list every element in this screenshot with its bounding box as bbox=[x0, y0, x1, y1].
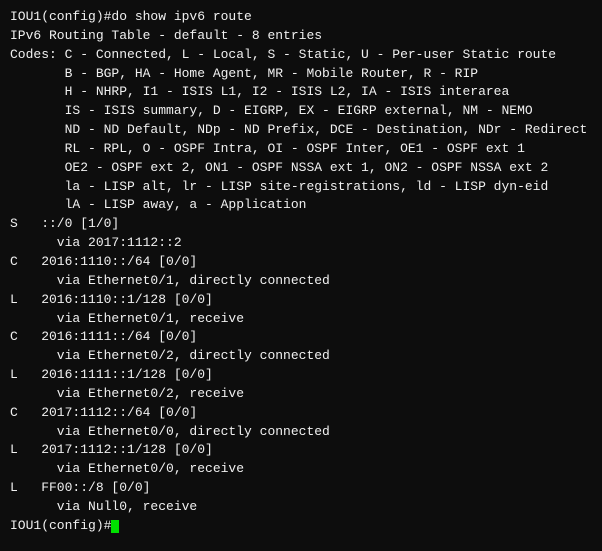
terminal-line: via Ethernet0/1, receive bbox=[10, 310, 592, 329]
terminal-line: IOU1(config)#do show ipv6 route bbox=[10, 8, 592, 27]
terminal-line: via Null0, receive bbox=[10, 498, 592, 517]
terminal-line: via Ethernet0/2, directly connected bbox=[10, 347, 592, 366]
terminal-line: OE2 - OSPF ext 2, ON1 - OSPF NSSA ext 1,… bbox=[10, 159, 592, 178]
terminal-line: via 2017:1112::2 bbox=[10, 234, 592, 253]
terminal-line: L 2017:1112::1/128 [0/0] bbox=[10, 441, 592, 460]
terminal-line: lA - LISP away, a - Application bbox=[10, 196, 592, 215]
terminal-line: Codes: C - Connected, L - Local, S - Sta… bbox=[10, 46, 592, 65]
terminal-line: S ::/0 [1/0] bbox=[10, 215, 592, 234]
terminal-line: via Ethernet0/0, receive bbox=[10, 460, 592, 479]
terminal-line: B - BGP, HA - Home Agent, MR - Mobile Ro… bbox=[10, 65, 592, 84]
terminal-line: C 2016:1111::/64 [0/0] bbox=[10, 328, 592, 347]
terminal-line: L FF00::/8 [0/0] bbox=[10, 479, 592, 498]
terminal-line: L 2016:1111::1/128 [0/0] bbox=[10, 366, 592, 385]
terminal-line: RL - RPL, O - OSPF Intra, OI - OSPF Inte… bbox=[10, 140, 592, 159]
prompt-line[interactable]: IOU1(config)# bbox=[10, 517, 592, 536]
terminal-line: via Ethernet0/1, directly connected bbox=[10, 272, 592, 291]
terminal-line: C 2016:1110::/64 [0/0] bbox=[10, 253, 592, 272]
terminal-window: IOU1(config)#do show ipv6 route IPv6 Rou… bbox=[10, 8, 592, 543]
terminal-line: IPv6 Routing Table - default - 8 entries bbox=[10, 27, 592, 46]
terminal-line: IS - ISIS summary, D - EIGRP, EX - EIGRP… bbox=[10, 102, 592, 121]
terminal-line: via Ethernet0/2, receive bbox=[10, 385, 592, 404]
terminal-line: C 2017:1112::/64 [0/0] bbox=[10, 404, 592, 423]
terminal-line: ND - ND Default, NDp - ND Prefix, DCE - … bbox=[10, 121, 592, 140]
terminal-line: la - LISP alt, lr - LISP site-registrati… bbox=[10, 178, 592, 197]
terminal-line: H - NHRP, I1 - ISIS L1, I2 - ISIS L2, IA… bbox=[10, 83, 592, 102]
terminal-line: via Ethernet0/0, directly connected bbox=[10, 423, 592, 442]
terminal-line: L 2016:1110::1/128 [0/0] bbox=[10, 291, 592, 310]
prompt-text: IOU1(config)# bbox=[10, 518, 111, 533]
cursor bbox=[111, 520, 119, 533]
